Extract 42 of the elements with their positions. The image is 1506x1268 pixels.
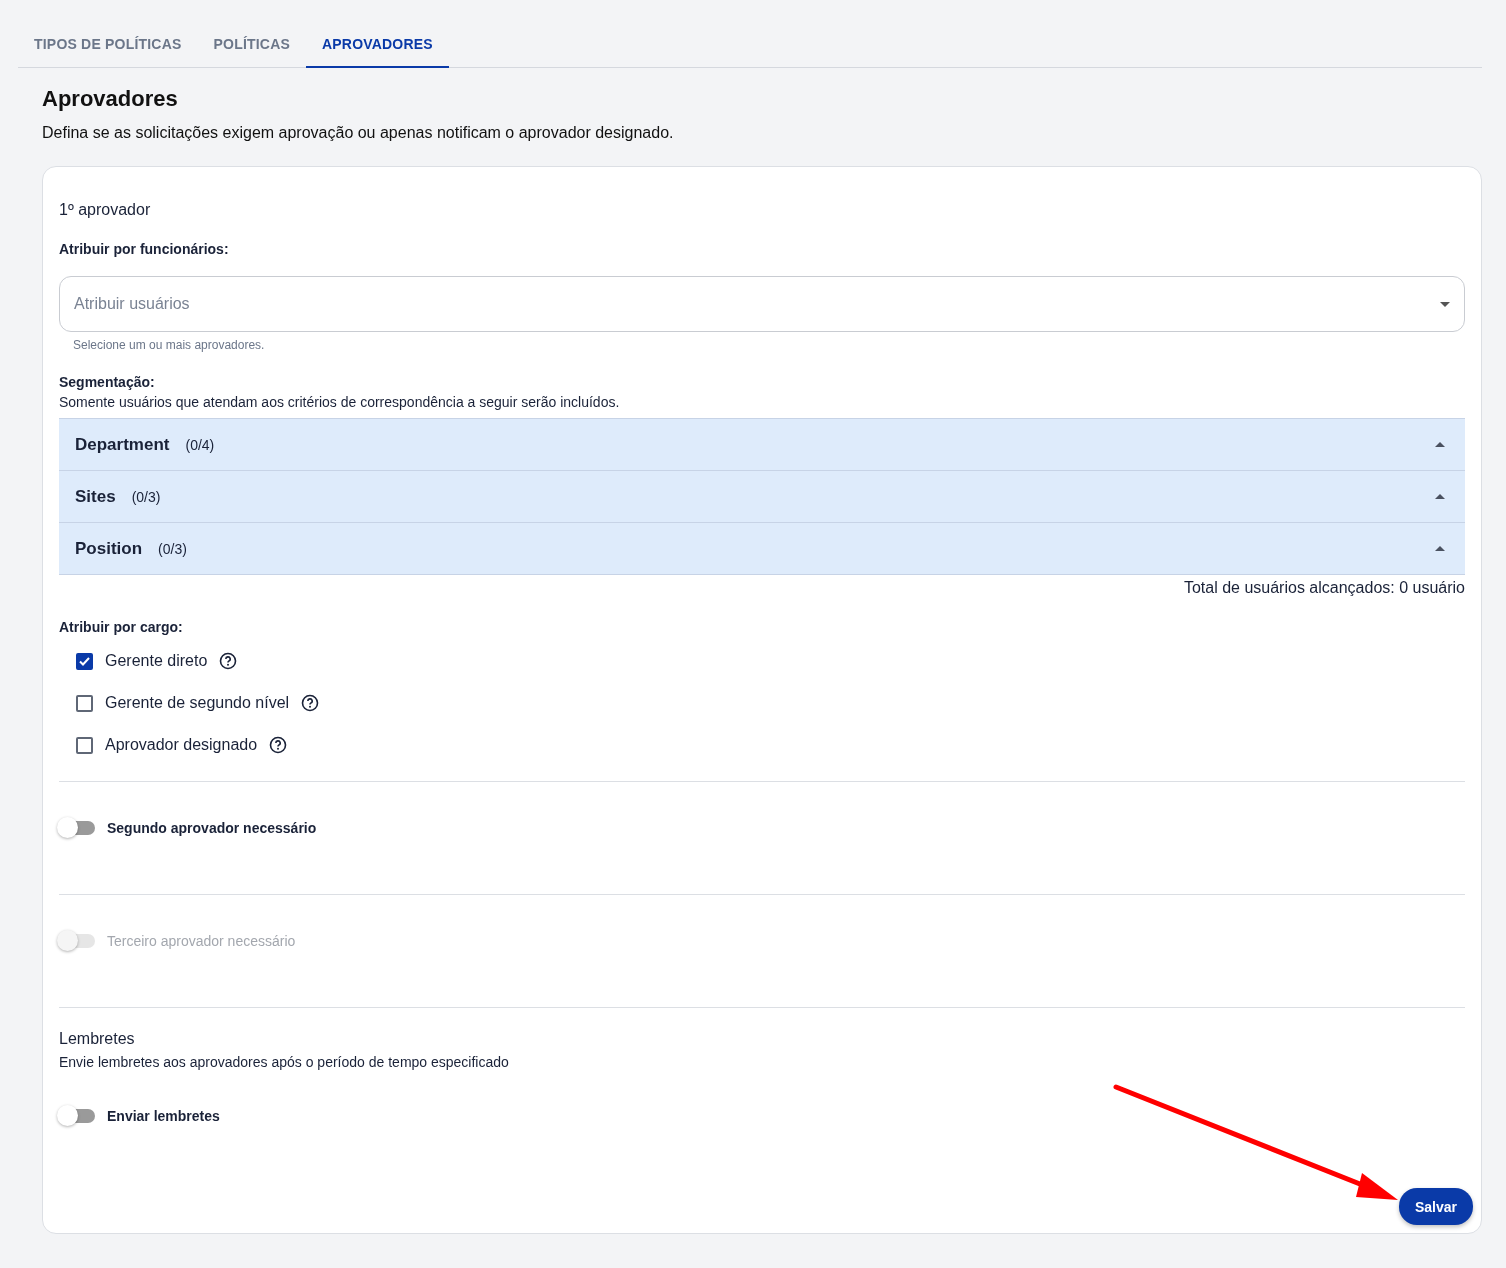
segment-name: Position: [75, 538, 143, 559]
field-label: Atribuir por cargo:: [59, 619, 184, 635]
accordion-header[interactable]: Position (0/3): [59, 523, 1465, 575]
save-button[interactable]: Salvar: [1398, 1188, 1473, 1225]
page-description: Defina se as solicitações exigem aprovação ou apenas notificam o aprovador designado.: [42, 124, 675, 142]
segment-count: (0/3): [158, 540, 188, 557]
tab[interactable]: TIPOS DE POLÍTICAS: [18, 26, 198, 68]
user-select[interactable]: Atribuir usuários: [59, 276, 1465, 332]
page-title: Aprovadores: [42, 86, 179, 112]
check-icon: [79, 656, 90, 666]
segment-count: (0/4): [185, 436, 216, 453]
checkbox-label: Aprovador designado: [105, 736, 258, 754]
checkbox-label: Gerente de segundo nível: [105, 694, 290, 712]
caret-up-icon: [1435, 442, 1445, 447]
segmentation-text: Somente usuários que atendam aos critérios de correspondência a seguir serão incluídos.: [59, 394, 621, 410]
field-label: Segmentação:: [59, 374, 156, 390]
total-users-text: Total de usuários alcançados: 0 usuário: [1182, 579, 1465, 597]
toggle-label: Terceiro aprovador necessário: [107, 933, 296, 949]
caret-up-icon: [1435, 494, 1445, 499]
accordion-header[interactable]: Department (0/4): [59, 419, 1465, 471]
tab[interactable]: POLÍTICAS: [197, 26, 306, 68]
section-heading: 1º aprovador: [59, 201, 152, 219]
checkbox[interactable]: [76, 652, 93, 670]
toggle-label: Segundo aprovador necessário: [107, 820, 317, 836]
tab[interactable]: APROVADORES: [306, 26, 449, 68]
caret-up-icon: [1435, 546, 1445, 551]
help-icon[interactable]: [219, 652, 238, 670]
section-description: Envie lembretes aos aprovadores após o período de tempo especificado: [59, 1054, 510, 1070]
section-heading: Lembretes: [59, 1030, 136, 1048]
helper-text: Selecione um ou mais aprovadores.: [73, 338, 266, 352]
accordion-header[interactable]: Sites (0/3): [59, 471, 1465, 523]
segment-count: (0/3): [131, 488, 162, 505]
checkbox-label: Gerente direto: [105, 652, 208, 670]
segment-name: Sites: [75, 486, 116, 507]
checkbox[interactable]: [76, 736, 93, 754]
checkbox[interactable]: [76, 694, 93, 712]
help-icon[interactable]: [301, 694, 320, 712]
help-icon[interactable]: [269, 736, 288, 754]
toggle-label: Enviar lembretes: [107, 1108, 220, 1124]
segment-name: Department: [75, 434, 170, 455]
caret-down-icon: [1440, 301, 1450, 307]
field-label: Atribuir por funcionários:: [59, 241, 230, 257]
